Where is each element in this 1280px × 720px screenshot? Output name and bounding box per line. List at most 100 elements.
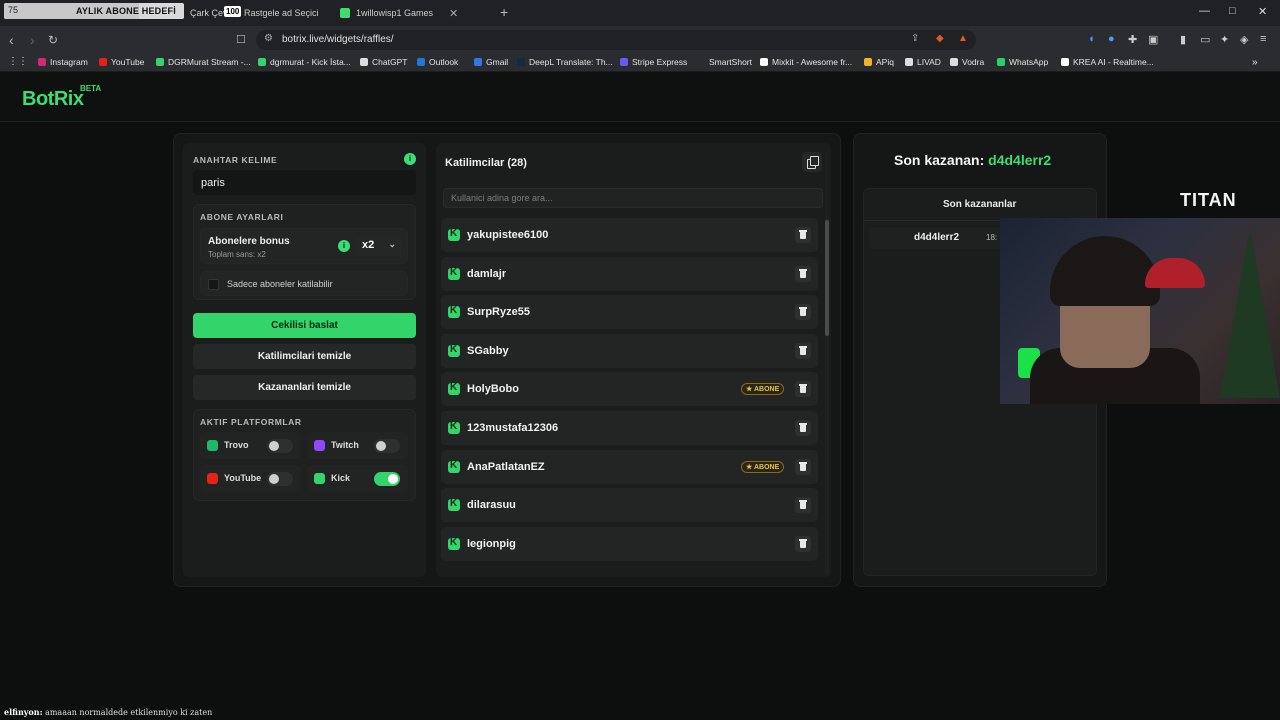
participant-name: legionpig — [467, 538, 516, 550]
more-bookmarks-icon[interactable]: » — [1252, 57, 1258, 68]
clear-participants-button[interactable]: Katilimcilari temizle — [193, 344, 416, 369]
minimize-icon[interactable]: — — [1199, 5, 1210, 17]
vpn-icon[interactable]: ◈ — [1240, 33, 1248, 46]
url-input[interactable]: ⚙ botrix.live/widgets/raffles/ ⇪ ◆ ▲ — [256, 30, 976, 50]
bookmark-item[interactable]: Outlook — [417, 57, 458, 67]
bookmark-item[interactable]: DGRMurat Stream -... — [156, 57, 251, 67]
platform-name: Twitch — [331, 440, 359, 450]
new-tab-button[interactable]: + — [500, 4, 508, 20]
bookmark-item[interactable]: Stripe Express — [620, 57, 687, 67]
trovo-toggle[interactable] — [267, 439, 293, 453]
back-icon[interactable]: ‹ — [9, 32, 14, 48]
bookmark-item[interactable]: Gmail — [474, 57, 508, 67]
bookmark-label: DGRMurat Stream -... — [168, 57, 251, 67]
goal-target-badge: 100 — [224, 6, 242, 17]
delete-participant-icon[interactable] — [795, 227, 811, 243]
bookmark-item[interactable]: Mixkit - Awesome fr... — [760, 57, 852, 67]
delete-participant-icon[interactable] — [795, 497, 811, 513]
subscribers-only-checkbox[interactable] — [208, 279, 219, 290]
delete-participant-icon[interactable] — [795, 343, 811, 359]
tab-label: 1willowisp1 Games — [356, 8, 434, 18]
bookmark-item[interactable]: dgrmurat - Kick İsta... — [258, 57, 351, 67]
delete-participant-icon[interactable] — [795, 381, 811, 397]
bookmark-favicon-icon — [99, 58, 107, 66]
last-winner-heading: Son kazanan: d4d4lerr2 — [894, 152, 1051, 168]
delete-participant-icon[interactable] — [795, 420, 811, 436]
extension-audio-icon[interactable]: ◖ — [1088, 33, 1095, 45]
extension-blue-icon[interactable]: ● — [1108, 33, 1115, 45]
close-tab-icon[interactable]: ✕ — [449, 7, 458, 20]
delete-participant-icon[interactable] — [795, 459, 811, 475]
tab-random-name-picker[interactable]: Rastgele ad Seçici — [244, 0, 319, 26]
chat-overlay-message: elfinyon: amaaan normaldede etkilenmiyo … — [4, 707, 212, 717]
participant-row: yakupistee6100 — [441, 218, 818, 252]
reload-icon[interactable]: ↻ — [48, 33, 58, 47]
keyword-info-icon[interactable]: i — [404, 153, 416, 165]
url-text: botrix.live/widgets/raffles/ — [282, 34, 394, 45]
youtube-toggle[interactable] — [267, 472, 293, 486]
brave-rewards-icon[interactable]: ▲ — [958, 33, 968, 44]
bookmark-label: WhatsApp — [1009, 57, 1049, 67]
bonus-multiplier-select[interactable]: x2 ⌄ — [356, 236, 402, 256]
bookmark-favicon-icon — [258, 58, 266, 66]
keyword-input[interactable]: paris — [193, 170, 416, 195]
participants-scroll-thumb[interactable] — [825, 220, 829, 336]
sidebar-icon[interactable]: ▮ — [1180, 33, 1186, 46]
participant-name: SGabby — [467, 345, 509, 357]
bookmark-favicon-icon — [1061, 58, 1069, 66]
apps-grid-icon[interactable]: ⋮⋮ — [8, 56, 28, 67]
participant-row: SGabby — [441, 334, 818, 368]
bookmark-favicon-icon — [517, 58, 525, 66]
bookmark-item[interactable]: DeepL Translate: Th... — [517, 57, 613, 67]
botrix-logo[interactable]: BotRix — [22, 88, 84, 111]
menu-icon[interactable]: ≡ — [1260, 33, 1266, 45]
subscriber-section-title: ABONE AYARLARI — [200, 212, 284, 222]
kick-icon — [448, 537, 460, 550]
trovo-icon — [207, 440, 218, 451]
participant-search-input[interactable]: Kullanici adina gore ara... — [443, 188, 823, 208]
bookmark-icon[interactable]: ☐ — [236, 33, 246, 46]
maximize-icon[interactable]: □ — [1229, 5, 1236, 17]
participant-row: AnaPatlatanEZ ★ ABONE — [441, 450, 818, 484]
christmas-tree — [1220, 228, 1280, 398]
site-info-icon[interactable]: ⚙ — [264, 33, 273, 44]
extensions-icon[interactable]: ✚ — [1128, 33, 1137, 46]
bookmark-item[interactable]: Vodra — [950, 57, 984, 67]
wallet-icon[interactable]: ▭ — [1200, 33, 1210, 46]
subscriber-badge: ★ ABONE — [741, 461, 785, 473]
bookmark-item[interactable]: YouTube — [99, 57, 144, 67]
twitch-toggle[interactable] — [374, 439, 400, 453]
kick-icon — [448, 228, 460, 241]
bookmark-label: Stripe Express — [632, 57, 688, 67]
address-bar-row: ‹ › ↻ ☐ ⚙ botrix.live/widgets/raffles/ ⇪… — [0, 26, 1280, 54]
tab-games[interactable]: 1willowisp1 Games ✕ — [340, 0, 458, 26]
kick-toggle[interactable] — [374, 472, 400, 486]
bookmark-item[interactable]: WhatsApp — [997, 57, 1048, 67]
delete-participant-icon[interactable] — [795, 536, 811, 552]
share-icon[interactable]: ⇪ — [911, 33, 919, 44]
bookmark-item[interactable]: LIVAD — [905, 57, 941, 67]
leo-ai-icon[interactable]: ✦ — [1220, 33, 1229, 46]
delete-participant-icon[interactable] — [795, 304, 811, 320]
close-window-icon[interactable]: ✕ — [1258, 5, 1267, 18]
bookmark-label: Instagram — [50, 57, 88, 67]
extension-box-icon[interactable]: ▣ — [1148, 33, 1158, 46]
clear-winners-button[interactable]: Kazananlari temizle — [193, 375, 416, 400]
forward-icon[interactable]: › — [30, 32, 35, 48]
copy-icon[interactable] — [802, 152, 822, 172]
bookmark-item[interactable]: Instagram — [38, 57, 88, 67]
sponsor-logo: TITAN — [1180, 190, 1237, 210]
platforms-section-title: AKTIF PLATFORMLAR — [200, 417, 302, 427]
bookmark-item[interactable]: APiq — [864, 57, 894, 67]
start-raffle-button[interactable]: Cekilisi baslat — [193, 313, 416, 338]
bonus-info-icon[interactable]: i — [338, 240, 350, 252]
kick-icon — [448, 498, 460, 511]
kick-icon — [448, 267, 460, 280]
delete-participant-icon[interactable] — [795, 266, 811, 282]
bookmark-label: LIVAD — [917, 57, 941, 67]
bookmark-item[interactable]: SmartShort — [697, 57, 752, 67]
brave-shield-icon[interactable]: ◆ — [936, 33, 944, 44]
bookmark-item[interactable]: KREA AI - Realtime... — [1061, 57, 1154, 67]
winner-name: d4d4lerr2 — [914, 232, 960, 243]
bookmark-item[interactable]: ChatGPT — [360, 57, 407, 67]
